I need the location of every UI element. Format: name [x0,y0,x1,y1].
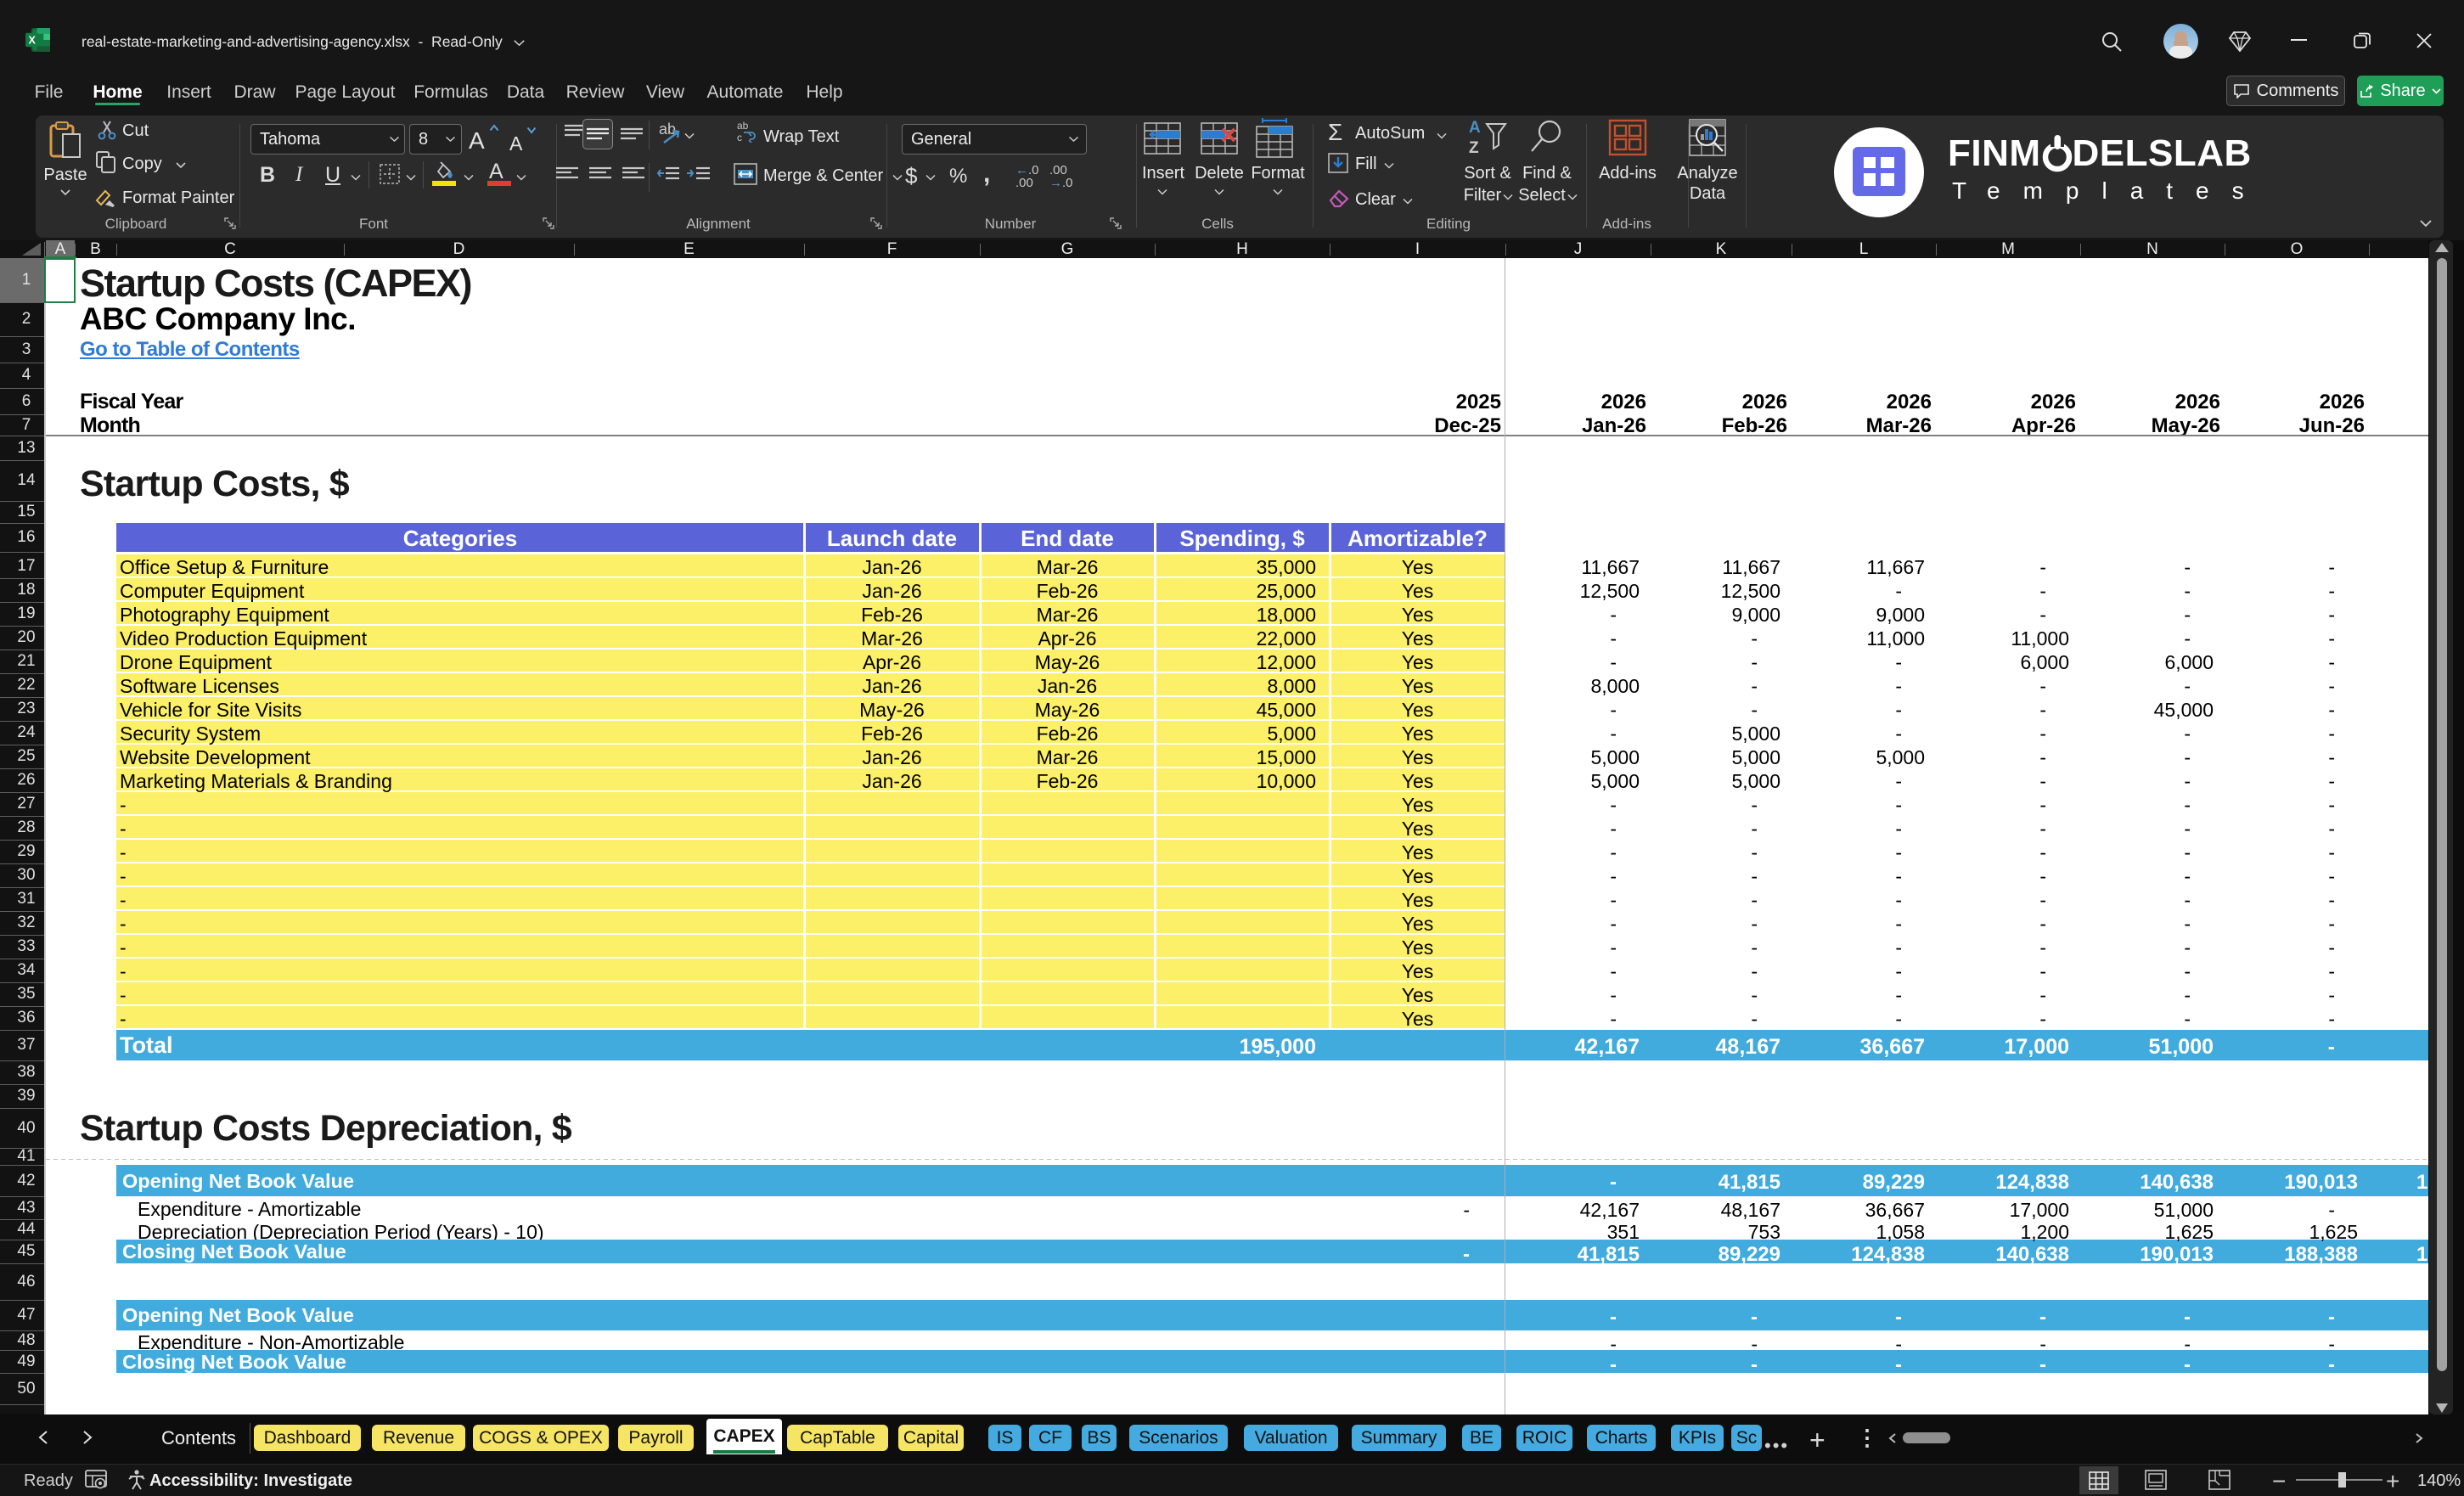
svg-text:ab: ab [737,121,749,132]
svg-text:X: X [29,34,37,46]
svg-text:A: A [1469,119,1481,137]
svg-text:c: c [737,132,742,143]
svg-text:Z: Z [1469,139,1479,155]
